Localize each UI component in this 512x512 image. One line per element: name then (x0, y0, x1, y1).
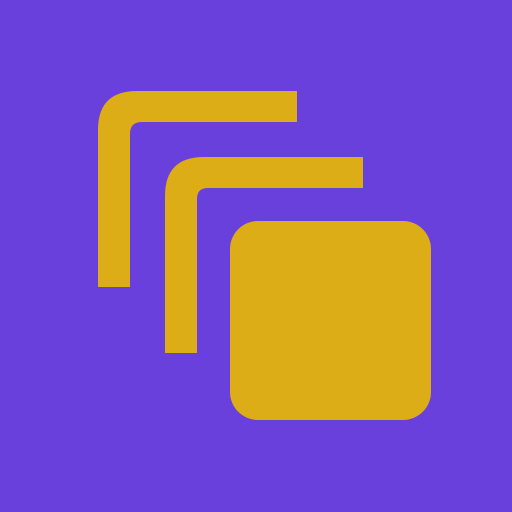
stacked-layers-icon (0, 0, 512, 512)
stacked-layers-app-icon (0, 0, 512, 512)
front-layer-square (230, 221, 431, 420)
